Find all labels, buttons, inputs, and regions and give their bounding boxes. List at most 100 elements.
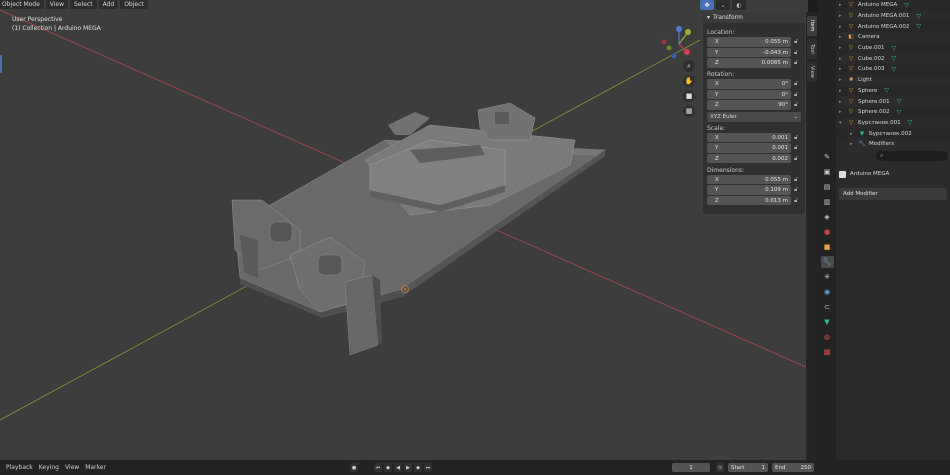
transform-header[interactable]: ▾ Transform (703, 12, 805, 23)
view-layer-icon[interactable]: ▥ (821, 196, 834, 208)
tab-view[interactable]: View (807, 62, 817, 82)
menu-object[interactable]: Object (120, 0, 148, 9)
lock-icon[interactable]: 🔓︎ (791, 59, 801, 67)
jump-end-icon[interactable]: ⏭ (424, 463, 432, 472)
play-icon[interactable]: ▶ (404, 463, 412, 472)
expand-arrow-icon[interactable]: ▸ (850, 131, 858, 137)
expand-arrow-icon[interactable]: ▾ (839, 120, 847, 126)
scene-icon[interactable]: ◈ (821, 211, 834, 223)
lock-icon[interactable]: 🔓︎ (791, 134, 801, 142)
outliner-item[interactable]: ▸ ▽ Cube.003 ▽ (836, 64, 950, 75)
timeline-menu-view[interactable]: View (65, 464, 79, 471)
record-icon[interactable]: ● (350, 463, 358, 472)
outliner-item[interactable]: ▸ ▽ Arduino MEGA.001 ▽ (836, 10, 950, 22)
properties-object-name[interactable]: Arduino MEGA (850, 171, 889, 177)
rotation-y-field[interactable]: Y 0° (707, 89, 791, 100)
expand-arrow-icon[interactable]: ▸ (839, 2, 847, 8)
camera-view-icon[interactable]: ■ (683, 90, 695, 102)
object-properties-icon[interactable]: ■ (821, 241, 834, 253)
lock-icon[interactable]: 🔓︎ (791, 155, 801, 163)
rotation-z-field[interactable]: Z 90° (707, 100, 791, 110)
properties-search[interactable]: ⌕ (876, 151, 948, 161)
outliner-item[interactable]: ▸ ▼ Бурстанок.002 (836, 128, 950, 139)
expand-arrow-icon[interactable]: ▸ (839, 13, 847, 19)
timeline-menu-marker[interactable]: Marker (85, 464, 106, 471)
expand-arrow-icon[interactable]: ▸ (839, 77, 847, 83)
mesh-data-icon[interactable]: ▽ (884, 87, 889, 94)
material-icon[interactable]: ◍ (821, 331, 834, 343)
physics-icon[interactable]: ◉ (821, 286, 834, 298)
add-modifier-button[interactable]: Add Modifier (839, 188, 947, 200)
menu-select[interactable]: Select (70, 0, 97, 9)
outliner-item[interactable]: ▸ ✺ Light (836, 74, 950, 86)
pan-hand-icon[interactable]: ✋ (683, 75, 695, 87)
outliner-item[interactable]: ▸ ▽ Arduino MEGA.002 ▽ (836, 21, 950, 32)
lock-icon[interactable]: 🔓︎ (791, 38, 801, 46)
zoom-icon[interactable]: ⌕ (683, 60, 695, 72)
expand-arrow-icon[interactable]: ▸ (839, 66, 847, 72)
mesh-data-icon[interactable]: ▽ (916, 23, 921, 30)
lock-icon[interactable]: 🔓︎ (791, 80, 801, 88)
outliner-item[interactable]: ▸ ▽ Sphere.001 ▽ (836, 96, 950, 107)
jump-start-icon[interactable]: ⏮ (374, 463, 382, 472)
outliner-item[interactable]: ▸ ▽ Arduino MEGA ▽ (836, 0, 950, 11)
mesh-data-icon[interactable]: ▽ (908, 119, 913, 126)
mesh-data-icon[interactable]: ▽ (891, 55, 896, 62)
expand-arrow-icon[interactable]: ▸ (839, 45, 847, 51)
mesh-data-icon[interactable]: ▽ (891, 66, 896, 73)
outliner-item[interactable]: ▾ ▽ Бурстанок.001 ▽ (836, 117, 950, 129)
3d-viewport[interactable]: Object Mode View Select Add Object ✥ ⌄ ◐… (0, 0, 808, 460)
expand-arrow-icon[interactable]: ▸ (839, 109, 847, 115)
navigation-gizmo[interactable] (657, 24, 701, 64)
scale-x-field[interactable]: X 0.001 (707, 132, 791, 143)
expand-arrow-icon[interactable]: ▸ (839, 56, 847, 62)
location-z-field[interactable]: Z 0.0085 m (707, 58, 791, 68)
texture-icon[interactable]: ▩ (821, 346, 834, 358)
tab-tool[interactable]: Tool (807, 39, 817, 59)
location-y-field[interactable]: Y -0.043 m (707, 47, 791, 58)
next-key-icon[interactable]: ◆ (414, 463, 422, 472)
expand-arrow-icon[interactable]: ▸ (839, 24, 847, 30)
clock-icon[interactable]: ◷ (716, 463, 724, 472)
mesh-data-icon[interactable]: ▽ (897, 98, 902, 105)
mode-dropdown[interactable]: Object Mode (0, 0, 44, 9)
overlay-toggle-icon[interactable]: ◐ (732, 0, 746, 10)
dimensions-z-field[interactable]: Z 0.013 m (707, 195, 791, 206)
mesh-data-icon[interactable]: ▼ (821, 316, 834, 328)
mesh-data-icon[interactable]: ▽ (904, 2, 909, 9)
output-icon[interactable]: ▤ (821, 181, 834, 193)
outliner-item[interactable]: ▸ 🔧︎ Modifiers (836, 138, 950, 148)
lock-icon[interactable]: 🔓︎ (791, 197, 801, 205)
tool-icon[interactable]: ✎ (821, 151, 834, 163)
lock-icon[interactable]: 🔓︎ (791, 144, 801, 152)
menu-view[interactable]: View (45, 0, 69, 9)
rotation-mode-dropdown[interactable]: XYZ Euler ⌄ (707, 112, 801, 122)
render-icon[interactable]: ▣ (821, 166, 834, 178)
particles-icon[interactable]: ✳ (821, 271, 834, 283)
mesh-data-icon[interactable]: ▽ (891, 45, 896, 52)
timeline-menu-keying[interactable]: Keying (39, 464, 59, 471)
rotation-x-field[interactable]: X 0° (707, 79, 791, 89)
scale-z-field[interactable]: Z 0.002 (707, 153, 791, 164)
outliner-item[interactable]: ▸ ▽ Sphere ▽ (836, 86, 950, 97)
model-arduino-assembly[interactable] (231, 102, 606, 356)
world-icon[interactable]: ● (821, 226, 834, 238)
constraints-icon[interactable]: ⊂ (821, 301, 834, 313)
location-x-field[interactable]: X 0.055 m (707, 37, 791, 47)
chevron-down-icon[interactable]: ⌄ (716, 0, 730, 10)
lock-icon[interactable]: 🔓︎ (791, 176, 801, 184)
start-frame-field[interactable]: Start 1 (728, 463, 768, 472)
scale-y-field[interactable]: Y 0.001 (707, 143, 791, 153)
current-frame-field[interactable]: 1 (672, 463, 710, 472)
lock-icon[interactable]: 🔓︎ (791, 186, 801, 194)
grid-view-icon[interactable]: ▦ (683, 105, 695, 117)
expand-arrow-icon[interactable]: ▸ (839, 34, 847, 40)
expand-arrow-icon[interactable]: ▸ (850, 141, 858, 147)
tab-item[interactable]: Item (807, 16, 817, 36)
outliner-item[interactable]: ▸ ▽ Cube.001 ▽ (836, 43, 950, 54)
outliner-item[interactable]: ▸ ▽ Sphere.002 ▽ (836, 107, 950, 118)
menu-add[interactable]: Add (98, 0, 119, 9)
lock-icon[interactable]: 🔓︎ (791, 101, 801, 109)
lock-icon[interactable]: 🔓︎ (791, 49, 801, 57)
timeline-menu-playback[interactable]: Playback (6, 464, 33, 471)
